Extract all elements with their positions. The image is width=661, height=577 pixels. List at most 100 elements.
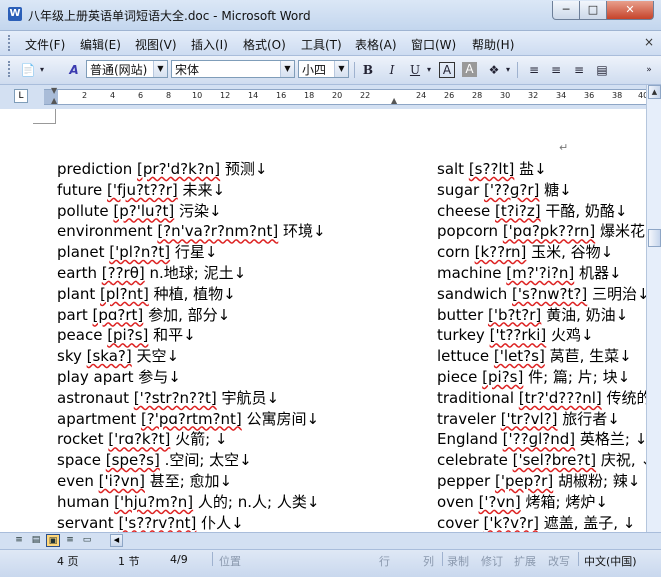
word-app-icon[interactable]: W — [8, 7, 22, 21]
first-line-indent-marker[interactable]: ▼ — [51, 86, 57, 95]
status-record[interactable]: 录制 — [447, 553, 469, 569]
vocab-word: astronaut — [57, 388, 134, 407]
outline-view-icon[interactable]: ≡ — [63, 534, 77, 547]
scroll-left-icon[interactable]: ◀ — [110, 534, 123, 547]
menu-window[interactable]: 窗口(W) — [411, 36, 456, 53]
horizontal-ruler[interactable]: ▼ ▲ 2 4 6 8 10 12 14 16 18 20 22 ▲ 24 26… — [44, 86, 651, 105]
toolbar-options-icon[interactable]: ▾ — [37, 61, 47, 79]
italic-button[interactable]: I — [383, 61, 401, 79]
vocab-word: peace — [57, 326, 108, 345]
vocab-meaning: 胡椒粉; 辣↓ — [553, 472, 641, 490]
web-layout-icon[interactable]: ▤ — [29, 534, 43, 547]
menu-help[interactable]: 帮助(H) — [472, 36, 514, 53]
vocab-meaning: 玉米, 谷物↓ — [526, 243, 614, 262]
vocab-line: peace [pi?s] 和平↓ — [57, 324, 196, 345]
align-right-icon[interactable]: ≡ — [570, 61, 588, 79]
maximize-button[interactable]: □ — [579, 1, 607, 20]
menu-table[interactable]: 表格(A) — [355, 36, 397, 53]
new-document-icon[interactable]: 📄 — [19, 61, 37, 79]
close-document-button[interactable]: × — [644, 35, 654, 49]
minimize-button[interactable]: ─ — [552, 1, 580, 20]
underline-dropdown-icon[interactable]: ▾ — [424, 61, 434, 79]
right-indent-marker[interactable]: ▲ — [391, 96, 397, 105]
style-select[interactable]: 普通(网站) ▼ — [86, 60, 168, 78]
hanging-indent-marker[interactable]: ▲ — [51, 96, 57, 105]
justify-icon[interactable]: ▤ — [593, 61, 611, 79]
vocab-line: corn [k??rn] 玉米, 谷物↓ — [437, 241, 613, 262]
ruler-bar: L ▼ ▲ 2 4 6 8 10 12 14 16 18 20 22 ▲ 24 … — [0, 85, 661, 109]
styles-formatting-icon[interactable]: A — [65, 61, 83, 79]
vocab-meaning: 行星↓ — [170, 243, 218, 262]
menu-grip[interactable] — [8, 35, 13, 51]
menu-file[interactable]: 文件(F) — [25, 36, 65, 53]
scaling-dropdown-icon[interactable]: ▾ — [503, 61, 513, 79]
vocab-meaning: 盐↓ — [514, 160, 547, 178]
vocab-line: plant [pl?nt] 种植, 植物↓ — [57, 283, 236, 304]
underline-button[interactable]: U — [406, 61, 424, 79]
character-border-button[interactable]: A — [439, 62, 455, 78]
vocab-meaning: 人的; n.人; 人类↓ — [193, 492, 320, 511]
status-position: 位置 — [219, 555, 241, 568]
close-button[interactable]: ✕ — [606, 1, 654, 20]
vocab-line: sky [ska?] 天空↓ — [57, 345, 179, 366]
vocab-phonetic: ['let?s] — [493, 347, 545, 366]
vocab-meaning: 庆祝, ↓ — [600, 451, 646, 470]
reading-layout-icon[interactable]: ▭ — [80, 534, 94, 547]
vocab-line: butter ['b?t?r] 黄油, 奶油↓ — [437, 304, 628, 325]
chevron-down-icon[interactable]: ▼ — [280, 61, 294, 77]
vocab-line: traveler ['tr?vl?] 旅行者↓ — [437, 408, 620, 429]
toolbar-overflow-icon[interactable]: » — [640, 61, 658, 79]
vocab-meaning: 污染↓ — [174, 201, 222, 220]
vocab-word: traveler — [437, 409, 501, 428]
vocab-word: oven — [437, 492, 479, 511]
menu-view[interactable]: 视图(V) — [135, 36, 177, 53]
chevron-down-icon[interactable]: ▼ — [153, 61, 167, 77]
bold-button[interactable]: B — [359, 61, 377, 79]
chevron-down-icon[interactable]: ▼ — [334, 61, 348, 77]
character-scaling-icon[interactable]: ❖ — [485, 61, 503, 79]
ruler-tick: 18 — [304, 91, 315, 100]
vocab-phonetic: ['k?v?r] — [483, 513, 539, 532]
window-title: 八年级上册英语单词短语大全.doc - Microsoft Word — [28, 9, 311, 23]
align-center-icon[interactable]: ≡ — [547, 61, 565, 79]
vocab-word: lettuce — [437, 347, 494, 366]
menu-format[interactable]: 格式(O) — [243, 36, 286, 53]
vertical-scrollbar[interactable]: ▲ — [646, 85, 661, 532]
align-left-icon[interactable]: ≡ — [525, 61, 543, 79]
vocab-word: butter — [437, 305, 488, 324]
print-layout-icon[interactable]: ▣ — [46, 534, 60, 547]
vocab-word: celebrate — [437, 451, 513, 470]
vocab-phonetic: ['??ɡl?nd] — [502, 430, 576, 449]
vocab-phonetic: [pr?'d?k?n] — [137, 160, 221, 178]
status-track-changes[interactable]: 修订 — [481, 553, 503, 569]
vocab-line: popcorn ['pɑ?pk??rn] 爆米花↓ — [437, 220, 646, 241]
vocab-phonetic: ['pl?n?t] — [109, 243, 171, 262]
scroll-up-icon[interactable]: ▲ — [648, 85, 661, 99]
font-size-select[interactable]: 小四 ▼ — [298, 60, 349, 78]
vocab-phonetic: [tr?'d???nl] — [518, 388, 602, 407]
font-select[interactable]: 宋体 ▼ — [171, 60, 295, 78]
toolbar-grip[interactable] — [8, 61, 13, 77]
status-extend[interactable]: 扩展 — [514, 553, 536, 569]
document-page[interactable]: ↵ prediction [pr?'d?k?n] 预测↓ future ['fju… — [0, 109, 646, 532]
vocab-line: cheese [t?i?z] 干酪, 奶酪↓ — [437, 200, 627, 221]
tab-selector[interactable]: L — [14, 89, 28, 103]
vocab-line: earth [??rθ] n.地球; 泥土↓ — [57, 262, 246, 283]
vocab-word: planet — [57, 243, 110, 262]
normal-view-icon[interactable]: ≡ — [12, 534, 26, 547]
menu-tools[interactable]: 工具(T) — [301, 36, 342, 53]
vocab-phonetic: [p?'lu?t] — [113, 201, 175, 220]
vocab-phonetic: ['?str?n??t] — [133, 388, 217, 407]
vocab-word: traditional — [437, 388, 519, 407]
status-overtype[interactable]: 改写 — [548, 553, 570, 569]
scroll-thumb[interactable] — [648, 229, 661, 247]
character-shading-button[interactable]: A — [462, 62, 477, 77]
vocab-phonetic: ['s??rv?nt] — [118, 513, 197, 532]
ruler-tick: 22 — [360, 91, 371, 100]
vocab-meaning: 烤箱; 烤炉↓ — [520, 492, 608, 511]
menu-edit[interactable]: 编辑(E) — [80, 36, 121, 53]
menu-insert[interactable]: 插入(I) — [191, 36, 228, 53]
vocab-phonetic: [pi?s] — [482, 368, 524, 386]
vocab-phonetic: ['pep?r] — [494, 472, 554, 490]
font-value: 宋体 — [175, 63, 200, 77]
